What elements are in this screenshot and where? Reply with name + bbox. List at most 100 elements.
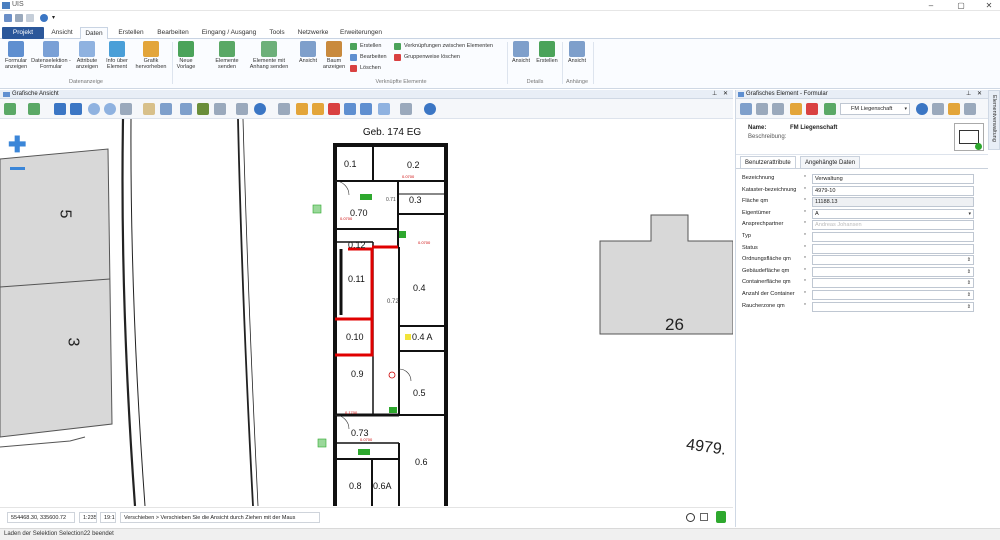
target-icon[interactable] (916, 103, 928, 115)
formular-anzeigen-button[interactable]: Formular anzeigen (1, 41, 31, 70)
minimize-button[interactable]: – (922, 0, 940, 11)
copy-icon[interactable] (344, 103, 356, 115)
field-input[interactable] (812, 232, 974, 242)
label-ab-icon[interactable] (378, 103, 390, 115)
room-label[interactable]: 0.8 (349, 481, 362, 491)
maximize-button[interactable]: ▢ (952, 0, 970, 11)
field-input[interactable]: 11188.13 (812, 197, 974, 208)
room-label[interactable]: 0.10 (346, 332, 364, 342)
room-label[interactable]: 0.5 (413, 388, 426, 398)
room-label[interactable]: 0.4 A (412, 332, 433, 342)
rotate-icon[interactable] (686, 513, 695, 522)
zoom-plus-icon[interactable]: ✚ (8, 134, 26, 156)
field-input[interactable] (812, 243, 974, 254)
forward-arrow-icon[interactable] (70, 103, 82, 115)
snap-icon[interactable] (400, 103, 412, 115)
save-all-icon[interactable] (756, 103, 768, 115)
zoom-in-icon[interactable] (88, 103, 100, 115)
print-icon[interactable] (278, 103, 290, 115)
room-label[interactable]: 0.4 (413, 283, 426, 293)
scale-display[interactable]: 1:235 (79, 512, 97, 523)
room-label[interactable]: 0.70 (350, 208, 368, 218)
find-icon[interactable] (236, 103, 248, 115)
chevron-down-icon[interactable]: ▾ (52, 14, 55, 21)
zoom-out-icon[interactable] (104, 103, 116, 115)
select-tool-icon[interactable] (28, 103, 40, 115)
field-input[interactable]: ⇕ (812, 266, 974, 277)
zoom-extent-icon[interactable] (120, 103, 132, 115)
pin-icon[interactable]: ⊥ (966, 90, 971, 97)
filter-icon[interactable] (790, 103, 802, 115)
save-icon[interactable] (26, 14, 34, 22)
zoom-minus-icon[interactable] (10, 167, 25, 170)
bearbeiten-link-button[interactable]: Bearbeiten (350, 53, 387, 62)
close-button[interactable]: ✕ (980, 0, 998, 11)
field-input[interactable]: ⇕ (812, 301, 974, 312)
gruppenweise-loeschen-button[interactable]: Gruppenweise löschen (394, 53, 460, 62)
field-input[interactable]: Andreas Johansen (812, 220, 974, 231)
spinner-icon[interactable]: ⇕ (967, 268, 971, 276)
zoom-display[interactable]: 19:1 (100, 512, 116, 523)
elemente-senden-button[interactable]: Elemente senden (210, 41, 244, 70)
new-icon[interactable] (4, 14, 12, 22)
room-label[interactable]: 0.6 (415, 457, 428, 467)
save-icon[interactable] (740, 103, 752, 115)
refresh-icon[interactable] (824, 103, 836, 115)
room-label[interactable]: 0.73 (351, 428, 369, 438)
field-input[interactable]: A ▾ (812, 208, 974, 219)
room-label[interactable]: 0.12 (348, 240, 366, 250)
element-type-select[interactable]: FM Liegenschaft ▾ (840, 103, 910, 115)
room-label[interactable]: 0.3 (409, 195, 422, 205)
close-panel-icon[interactable]: ✕ (723, 90, 728, 97)
elemente-anhang-senden-button[interactable]: Elemente mit Anhang senden (244, 41, 294, 70)
tab-tools[interactable]: Tools (264, 27, 290, 39)
erstellen-link-button[interactable]: Erstellen (350, 42, 381, 51)
pan-hand-icon[interactable] (143, 103, 155, 115)
measure-icon[interactable] (180, 103, 192, 115)
spinner-icon[interactable]: ⇕ (967, 303, 971, 311)
pencil-icon[interactable] (948, 103, 960, 115)
refresh-icon[interactable] (254, 103, 266, 115)
side-tab-elementverwaltung[interactable]: Elementverwaltung (988, 90, 1000, 150)
room-label[interactable]: 0.1 (344, 159, 357, 169)
delete-icon[interactable] (806, 103, 818, 115)
room-label[interactable]: 0.2 (407, 160, 420, 170)
anhaenge-ansicht-button[interactable]: Ansicht (564, 41, 590, 64)
spinner-icon[interactable]: ⇕ (967, 279, 971, 287)
run-icon[interactable] (716, 511, 726, 523)
zoom-window-icon[interactable] (160, 103, 172, 115)
delete-icon[interactable] (328, 103, 340, 115)
grafik-hervorheben-button[interactable]: Grafik hervorheben (133, 41, 169, 70)
baum-anzeigen-button[interactable]: Baum anzeigen (322, 41, 346, 70)
open-icon[interactable] (15, 14, 23, 22)
help-icon[interactable] (40, 14, 48, 22)
spinner-icon[interactable]: ⇕ (967, 256, 971, 264)
field-input[interactable]: ⇕ (812, 255, 974, 266)
tab-ansicht[interactable]: Ansicht (48, 27, 76, 39)
loeschen-link-button[interactable]: Löschen (350, 64, 381, 73)
neue-vorlage-button[interactable]: Neue Vorlage (174, 41, 198, 70)
tab-erweiterungen[interactable]: Erweiterungen (336, 27, 386, 39)
field-input[interactable]: ⇕ (812, 290, 974, 300)
settings-icon[interactable] (932, 103, 944, 115)
tab-benutzerattribute[interactable]: Benutzerattribute (740, 156, 796, 168)
folder-icon[interactable] (964, 103, 976, 115)
details-ansicht-button[interactable]: Ansicht (509, 41, 533, 64)
room-label[interactable]: 0.6A (373, 481, 392, 491)
paste-icon[interactable] (360, 103, 372, 115)
tab-projekt[interactable]: Projekt (2, 27, 44, 39)
grid-icon[interactable] (700, 513, 708, 521)
room-label[interactable]: 0.11 (348, 274, 365, 284)
attribute-anzeigen-button[interactable]: Attribute anzeigen (73, 41, 101, 70)
help-icon[interactable] (424, 103, 436, 115)
text-tool-icon[interactable] (197, 103, 209, 115)
layers-icon[interactable] (4, 103, 16, 115)
tab-angehaengte-daten[interactable]: Angehängte Daten (800, 156, 861, 168)
datenselektion-button[interactable]: Datenselektion - Formular (31, 41, 71, 70)
tab-erstellen[interactable]: Erstellen (113, 27, 149, 39)
export-icon[interactable] (296, 103, 308, 115)
tab-eingang-ausgang[interactable]: Eingang / Ausgang (198, 27, 260, 39)
map-canvas[interactable]: 0.0700 0.0700 0.1700 0.0700 0.0700 Geb. … (0, 119, 733, 506)
info-element-button[interactable]: Info über Element (102, 41, 132, 70)
back-arrow-icon[interactable] (54, 103, 66, 115)
